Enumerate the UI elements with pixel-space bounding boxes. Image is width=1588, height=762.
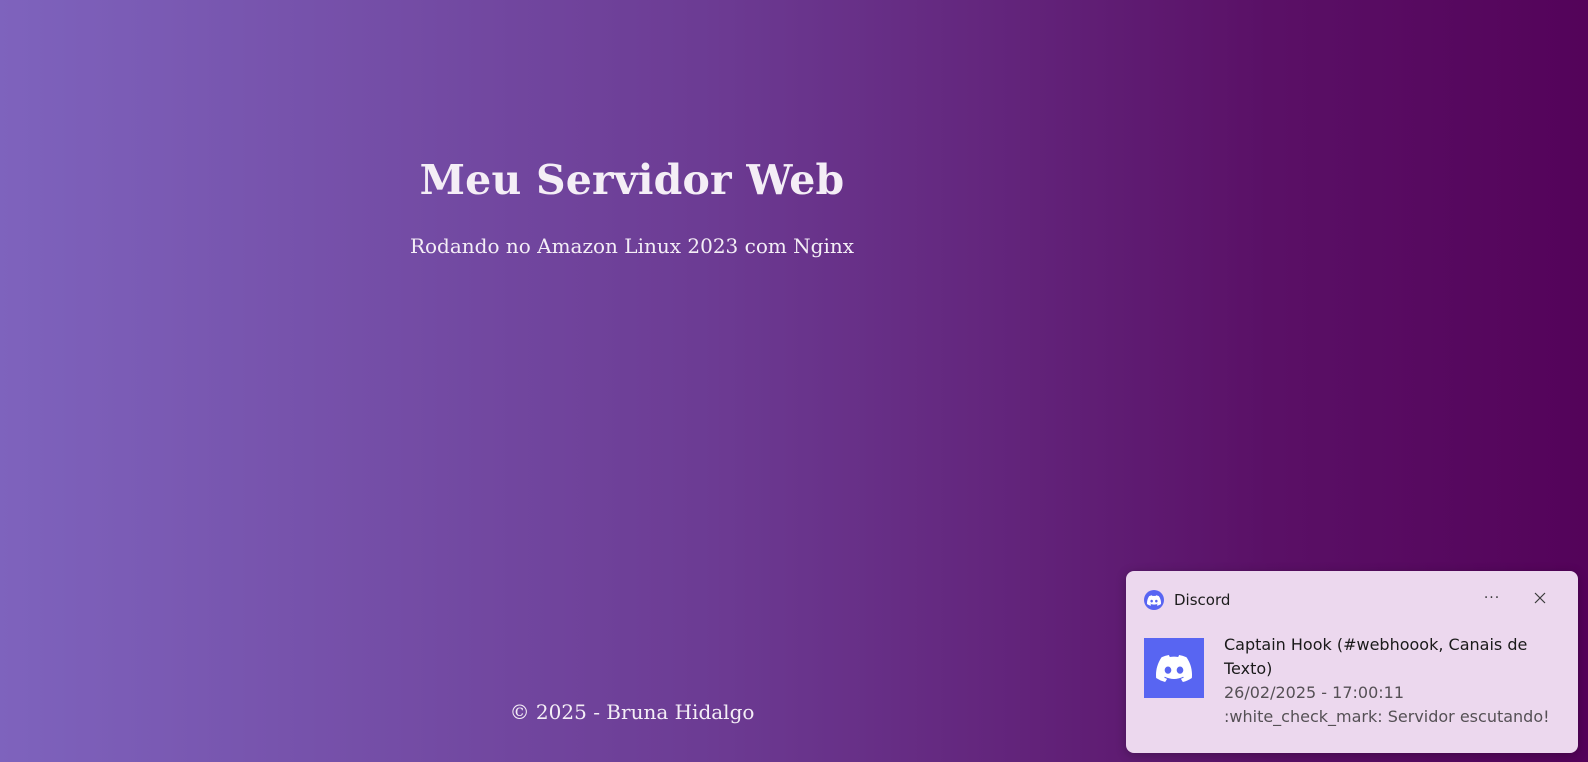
page-header: Meu Servidor Web Rodando no Amazon Linux… (0, 150, 1264, 260)
close-icon (1534, 592, 1546, 604)
toast-title: Captain Hook (#webhoook, Canais de Texto… (1224, 635, 1528, 678)
discord-avatar (1144, 638, 1204, 698)
toast-message: 26/02/2025 - 17:00:11 :white_check_mark:… (1224, 683, 1550, 726)
toast-app-name: Discord (1174, 591, 1231, 609)
discord-logo-icon (1156, 654, 1192, 682)
page-subtitle: Rodando no Amazon Linux 2023 com Nginx (409, 234, 855, 258)
page-title: Meu Servidor Web (419, 156, 845, 204)
toast-body: Captain Hook (#webhoook, Canais de Texto… (1224, 633, 1560, 729)
discord-notification-toast[interactable]: Discord ··· Captain Hook (#webhoook, Can… (1126, 571, 1578, 753)
close-button[interactable] (1522, 582, 1558, 614)
more-options-button[interactable]: ··· (1474, 582, 1510, 614)
more-options-icon: ··· (1483, 590, 1501, 606)
footer-copyright: © 2025 - Bruna Hidalgo (509, 700, 755, 724)
discord-app-icon (1144, 590, 1164, 610)
